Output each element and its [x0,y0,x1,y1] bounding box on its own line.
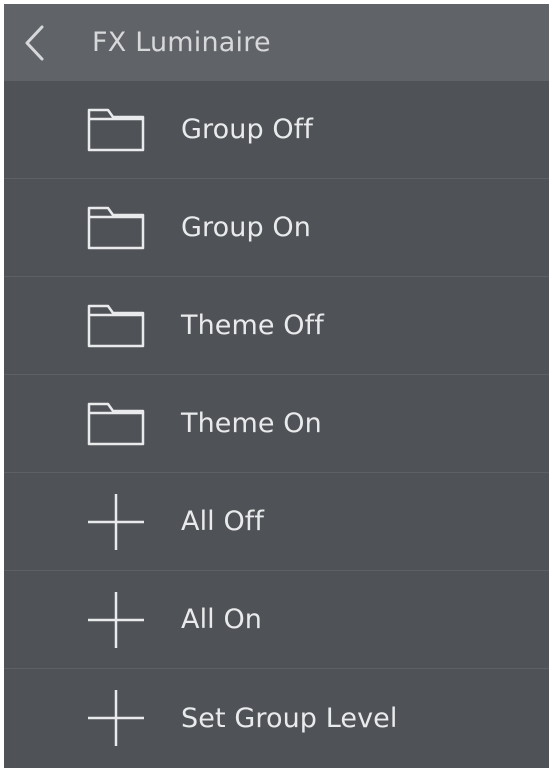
folder-icon [86,100,146,160]
list-item-theme-off[interactable]: Theme Off [4,277,549,375]
list-item-label: Group On [181,212,311,243]
chevron-left-icon [25,25,44,60]
list-item-all-off[interactable]: All Off [4,473,549,571]
list-item-group-on[interactable]: Group On [4,179,549,277]
header-bar: FX Luminaire [4,4,549,81]
folder-icon [86,198,146,258]
list-item-all-on[interactable]: All On [4,571,549,669]
folder-icon [86,394,146,454]
back-button[interactable] [4,4,64,81]
list-item-label: Theme On [181,408,322,439]
list-item-label: Theme Off [181,310,324,341]
app-frame: FX Luminaire Group Off Group On Theme Of… [4,4,549,768]
list-item-label: All Off [181,506,265,537]
list-item-theme-on[interactable]: Theme On [4,375,549,473]
list-item-group-off[interactable]: Group Off [4,81,549,179]
plus-icon [86,688,146,748]
command-list: Group Off Group On Theme Off Theme On Al… [4,81,549,767]
list-item-set-group-level[interactable]: Set Group Level [4,669,549,767]
list-item-label: All On [181,604,263,635]
list-item-label: Set Group Level [181,702,398,734]
plus-icon [86,492,146,552]
page-title: FX Luminaire [92,27,271,58]
plus-icon [86,590,146,650]
folder-icon [86,296,146,356]
list-item-label: Group Off [181,114,313,145]
